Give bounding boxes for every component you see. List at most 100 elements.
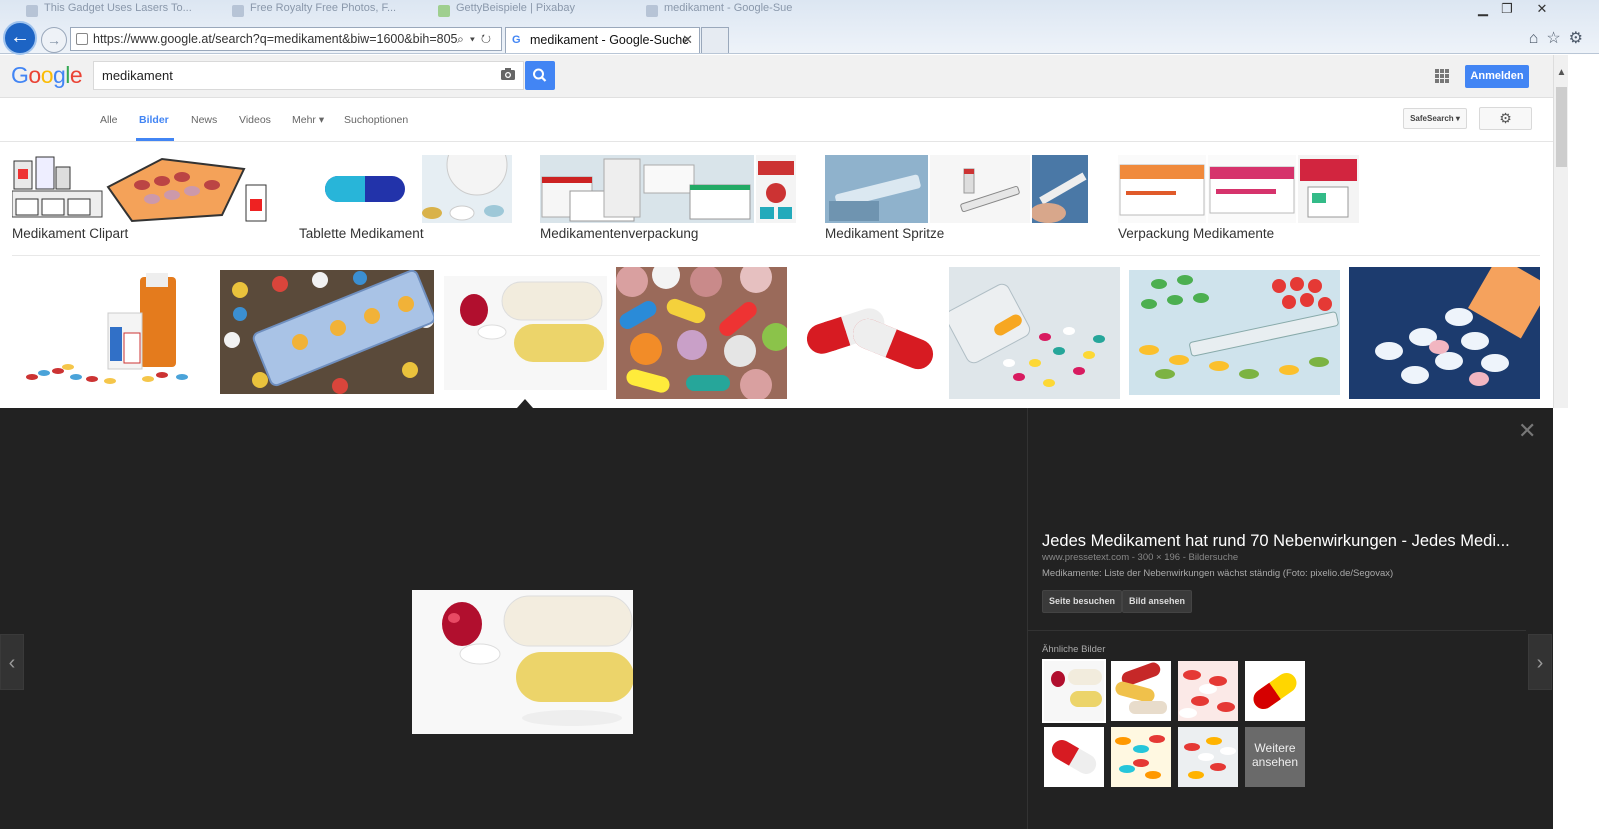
close-icon[interactable]: ✕ bbox=[1518, 420, 1536, 442]
google-logo[interactable]: Google bbox=[11, 62, 83, 89]
background-tab[interactable]: GettyBeispiele | Pixabay bbox=[432, 2, 627, 20]
tab-news[interactable]: News bbox=[191, 114, 217, 126]
image-result[interactable] bbox=[1349, 267, 1540, 399]
tab-videos[interactable]: Videos bbox=[239, 114, 271, 126]
related-thumbnail bbox=[540, 155, 754, 223]
related-search-item[interactable]: Medikament Clipart bbox=[12, 155, 270, 245]
signin-button[interactable]: Anmelden bbox=[1465, 65, 1529, 88]
related-thumbnail bbox=[12, 155, 270, 223]
similar-image[interactable] bbox=[1178, 661, 1238, 721]
similar-images-label: Ähnliche Bilder bbox=[1042, 644, 1106, 655]
next-image-button[interactable]: › bbox=[1528, 634, 1552, 690]
view-image-button[interactable]: Bild ansehen bbox=[1122, 590, 1193, 613]
search-icon[interactable]: ⌕ bbox=[457, 32, 470, 46]
star-icon[interactable]: ☆ bbox=[1546, 30, 1568, 47]
related-thumbnail bbox=[299, 155, 420, 223]
restore-icon[interactable]: ❐ bbox=[1496, 0, 1518, 18]
favicon-icon bbox=[646, 5, 658, 17]
gear-icon: ⚙ bbox=[1499, 110, 1512, 126]
similar-image[interactable] bbox=[1042, 659, 1106, 723]
related-search-item[interactable]: Medikamentenverpackung bbox=[540, 155, 796, 245]
related-search-item[interactable]: Medikament Spritze bbox=[825, 155, 1088, 245]
related-search-item[interactable]: Tablette Medikament bbox=[299, 155, 512, 245]
visit-page-button[interactable]: Seite besuchen bbox=[1042, 590, 1123, 613]
tab-all[interactable]: Alle bbox=[100, 114, 118, 126]
browser-toolbar: ⌂☆⚙ bbox=[1529, 28, 1591, 48]
new-tab-button[interactable] bbox=[701, 27, 729, 53]
favicon-icon bbox=[26, 5, 38, 17]
image-result[interactable] bbox=[616, 267, 787, 399]
related-label: Medikament Spritze bbox=[825, 226, 945, 241]
chevron-left-icon: ‹ bbox=[8, 652, 16, 674]
selected-result-caret bbox=[517, 399, 533, 408]
search-icon bbox=[533, 68, 547, 82]
preview-title[interactable]: Jedes Medikament hat rund 70 Nebenwirkun… bbox=[1042, 532, 1512, 551]
background-tab[interactable]: This Gadget Uses Lasers To... bbox=[20, 2, 210, 20]
image-result[interactable] bbox=[12, 267, 211, 399]
dropdown-icon[interactable]: ▾ bbox=[470, 32, 481, 46]
previous-image-button[interactable]: ‹ bbox=[0, 634, 24, 690]
tab-close-icon[interactable]: ✕ bbox=[682, 28, 693, 52]
image-preview-panel: ‹ › ✕ Jedes Medikament hat rund 70 Neben… bbox=[0, 408, 1553, 829]
preview-meta: www.pressetext.com - 300 × 196 - Bilders… bbox=[1042, 552, 1239, 563]
scroll-thumb[interactable] bbox=[1556, 87, 1567, 167]
similar-image[interactable] bbox=[1111, 727, 1171, 787]
settings-button[interactable]: ⚙ bbox=[1479, 107, 1532, 130]
google-favicon-icon: G bbox=[512, 34, 521, 46]
page-icon bbox=[76, 33, 88, 45]
address-bar[interactable]: https://www.google.at/search?q=medikamen… bbox=[70, 27, 502, 51]
divider bbox=[1027, 408, 1028, 829]
back-button[interactable]: ← bbox=[3, 21, 37, 55]
address-url: https://www.google.at/search?q=medikamen… bbox=[93, 32, 458, 46]
see-more-button[interactable]: Weitere ansehen bbox=[1245, 727, 1305, 787]
tab-images[interactable]: Bilder bbox=[139, 114, 169, 126]
search-nav: Alle Bilder News Videos Mehr ▾ Suchoptio… bbox=[0, 99, 1553, 142]
chevron-right-icon: › bbox=[1536, 652, 1544, 674]
image-result[interactable] bbox=[796, 284, 940, 382]
search-button[interactable] bbox=[525, 61, 555, 90]
google-header: Google medikament Anmelden bbox=[0, 55, 1553, 98]
active-tab-indicator bbox=[136, 138, 174, 141]
similar-image[interactable] bbox=[1178, 727, 1238, 787]
scroll-up-icon[interactable]: ▲ bbox=[1556, 67, 1567, 78]
apps-grid-icon[interactable] bbox=[1435, 69, 1449, 83]
tab-more[interactable]: Mehr ▾ bbox=[292, 114, 324, 126]
address-tools[interactable]: ⌕▾↻ bbox=[457, 28, 497, 50]
related-label: Tablette Medikament bbox=[299, 226, 424, 241]
arrow-left-icon: ← bbox=[10, 26, 30, 48]
similar-image[interactable] bbox=[1044, 727, 1104, 787]
safesearch-button[interactable]: SafeSearch ▾ bbox=[1403, 108, 1467, 129]
background-tab[interactable]: Free Royalty Free Photos, F... bbox=[226, 2, 426, 20]
favicon-icon bbox=[438, 5, 450, 17]
divider bbox=[12, 255, 1540, 256]
divider bbox=[1028, 630, 1526, 631]
gear-icon[interactable]: ⚙ bbox=[1569, 30, 1591, 47]
background-tab-strip: This Gadget Uses Lasers To... Free Royal… bbox=[0, 0, 1599, 22]
image-result[interactable] bbox=[220, 270, 434, 394]
background-tab[interactable]: medikament - Google-Sue bbox=[640, 2, 835, 20]
active-tab[interactable]: G medikament - Google-Suche ✕ bbox=[505, 27, 700, 53]
minimize-icon[interactable]: ▁ bbox=[1472, 0, 1494, 18]
search-input[interactable]: medikament bbox=[93, 61, 524, 90]
search-query: medikament bbox=[102, 68, 173, 83]
related-label: Verpackung Medikamente bbox=[1118, 226, 1275, 241]
close-icon[interactable]: ✕ bbox=[1531, 0, 1553, 18]
related-thumbnail bbox=[422, 155, 512, 223]
similar-image[interactable] bbox=[1245, 661, 1305, 721]
tab-search-tools[interactable]: Suchoptionen bbox=[344, 114, 408, 126]
home-icon[interactable]: ⌂ bbox=[1529, 30, 1547, 47]
forward-button[interactable]: → bbox=[41, 27, 67, 53]
browser-chrome: This Gadget Uses Lasers To... Free Royal… bbox=[0, 0, 1599, 55]
preview-image[interactable] bbox=[412, 590, 633, 734]
active-tab-title: medikament - Google-Suche bbox=[530, 33, 690, 47]
camera-icon[interactable] bbox=[496, 63, 520, 87]
similar-image[interactable] bbox=[1111, 661, 1171, 721]
related-thumbnail bbox=[1208, 155, 1296, 223]
image-result[interactable] bbox=[949, 267, 1120, 399]
refresh-icon[interactable]: ↻ bbox=[481, 32, 497, 46]
related-label: Medikament Clipart bbox=[12, 226, 129, 241]
page-scrollbar[interactable]: ▲ bbox=[1553, 55, 1568, 408]
image-result[interactable] bbox=[444, 276, 607, 390]
related-search-item[interactable]: Verpackung Medikamente bbox=[1118, 155, 1359, 245]
image-result[interactable] bbox=[1129, 270, 1340, 395]
